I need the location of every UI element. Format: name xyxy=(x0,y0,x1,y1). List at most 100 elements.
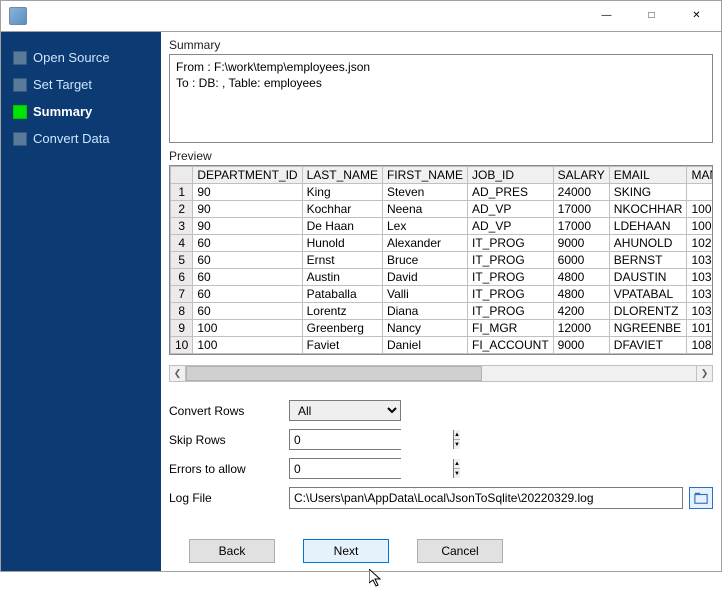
table-cell[interactable]: 17000 xyxy=(553,218,609,235)
table-cell[interactable]: 60 xyxy=(193,303,302,320)
table-cell[interactable]: NGREENBE xyxy=(609,320,687,337)
table-cell[interactable]: IT_PROG xyxy=(467,286,553,303)
table-cell[interactable]: SKING xyxy=(609,184,687,201)
table-cell[interactable]: 4800 xyxy=(553,286,609,303)
table-cell[interactable]: 9000 xyxy=(553,337,609,354)
browse-button[interactable] xyxy=(689,487,713,509)
table-cell[interactable]: 6000 xyxy=(553,252,609,269)
table-cell[interactable]: Nancy xyxy=(382,320,467,337)
cancel-button[interactable]: Cancel xyxy=(417,539,503,563)
table-cell[interactable]: 103 xyxy=(687,303,713,320)
table-cell[interactable]: 9000 xyxy=(553,235,609,252)
table-cell[interactable]: 90 xyxy=(193,201,302,218)
table-cell[interactable]: Diana xyxy=(382,303,467,320)
table-row[interactable]: 390De HaanLexAD_VP17000LDEHAAN100 xyxy=(171,218,714,235)
col-header[interactable]: LAST_NAME xyxy=(302,167,382,184)
log-file-input[interactable] xyxy=(289,487,683,509)
table-cell[interactable]: IT_PROG xyxy=(467,269,553,286)
table-cell[interactable]: 100 xyxy=(193,337,302,354)
spinner-up-icon[interactable]: ▲ xyxy=(454,459,460,469)
errors-spinner[interactable]: ▲▼ xyxy=(289,458,401,479)
table-cell[interactable]: AHUNOLD xyxy=(609,235,687,252)
spinner-down-icon[interactable]: ▼ xyxy=(454,440,460,449)
table-row[interactable]: 660AustinDavidIT_PROG4800DAUSTIN103 xyxy=(171,269,714,286)
table-cell[interactable]: IT_PROG xyxy=(467,252,553,269)
table-cell[interactable]: David xyxy=(382,269,467,286)
table-row[interactable]: 10100FavietDanielFI_ACCOUNT9000DFAVIET10… xyxy=(171,337,714,354)
table-cell[interactable]: FI_ACCOUNT xyxy=(467,337,553,354)
rownum-header[interactable] xyxy=(171,167,193,184)
table-cell[interactable]: Neena xyxy=(382,201,467,218)
table-cell[interactable]: 60 xyxy=(193,252,302,269)
table-cell[interactable]: 108 xyxy=(687,337,713,354)
table-cell[interactable]: IT_PROG xyxy=(467,303,553,320)
table-cell[interactable]: NKOCHHAR xyxy=(609,201,687,218)
table-row[interactable]: 860LorentzDianaIT_PROG4200DLORENTZ103 xyxy=(171,303,714,320)
table-cell[interactable]: 100 xyxy=(687,201,713,218)
skip-rows-input[interactable] xyxy=(290,430,453,449)
col-header[interactable]: FIRST_NAME xyxy=(382,167,467,184)
table-cell[interactable]: AD_VP xyxy=(467,201,553,218)
table-cell[interactable]: De Haan xyxy=(302,218,382,235)
table-cell[interactable]: 103 xyxy=(687,269,713,286)
table-row[interactable]: 290KochharNeenaAD_VP17000NKOCHHAR100 xyxy=(171,201,714,218)
table-cell[interactable] xyxy=(687,184,713,201)
table-cell[interactable]: FI_MGR xyxy=(467,320,553,337)
table-cell[interactable]: Pataballa xyxy=(302,286,382,303)
table-cell[interactable]: LDEHAAN xyxy=(609,218,687,235)
spinner-up-icon[interactable]: ▲ xyxy=(454,430,460,440)
table-cell[interactable]: 101 xyxy=(687,320,713,337)
scroll-left-icon[interactable]: ❮ xyxy=(169,365,186,382)
col-header[interactable]: EMAIL xyxy=(609,167,687,184)
table-cell[interactable]: DAUSTIN xyxy=(609,269,687,286)
table-cell[interactable]: 4200 xyxy=(553,303,609,320)
horizontal-scrollbar[interactable]: ❮ ❯ xyxy=(169,365,713,382)
table-cell[interactable]: King xyxy=(302,184,382,201)
titlebar[interactable]: — □ ✕ xyxy=(1,1,721,31)
spinner-down-icon[interactable]: ▼ xyxy=(454,469,460,478)
table-cell[interactable]: Lorentz xyxy=(302,303,382,320)
close-button[interactable]: ✕ xyxy=(674,2,719,30)
table-cell[interactable]: 24000 xyxy=(553,184,609,201)
table-cell[interactable]: DLORENTZ xyxy=(609,303,687,320)
table-cell[interactable]: Alexander xyxy=(382,235,467,252)
back-button[interactable]: Back xyxy=(189,539,275,563)
table-cell[interactable]: Bruce xyxy=(382,252,467,269)
table-cell[interactable]: Greenberg xyxy=(302,320,382,337)
col-header[interactable]: SALARY xyxy=(553,167,609,184)
table-cell[interactable]: DFAVIET xyxy=(609,337,687,354)
table-cell[interactable]: 12000 xyxy=(553,320,609,337)
table-cell[interactable]: Steven xyxy=(382,184,467,201)
maximize-button[interactable]: □ xyxy=(629,2,674,30)
table-cell[interactable]: 100 xyxy=(687,218,713,235)
step-convert-data[interactable]: Convert Data xyxy=(1,125,161,152)
convert-rows-select[interactable]: All xyxy=(289,400,401,421)
table-cell[interactable]: 100 xyxy=(193,320,302,337)
table-cell[interactable]: Austin xyxy=(302,269,382,286)
col-header[interactable]: DEPARTMENT_ID xyxy=(193,167,302,184)
errors-input[interactable] xyxy=(290,459,453,478)
step-set-target[interactable]: Set Target xyxy=(1,71,161,98)
table-cell[interactable]: VPATABAL xyxy=(609,286,687,303)
table-cell[interactable]: 60 xyxy=(193,286,302,303)
col-header[interactable]: JOB_ID xyxy=(467,167,553,184)
table-cell[interactable]: Valli xyxy=(382,286,467,303)
step-summary[interactable]: Summary xyxy=(1,98,161,125)
table-cell[interactable]: BERNST xyxy=(609,252,687,269)
table-cell[interactable]: 103 xyxy=(687,286,713,303)
table-cell[interactable]: 17000 xyxy=(553,201,609,218)
table-cell[interactable]: 4800 xyxy=(553,269,609,286)
table-cell[interactable]: 60 xyxy=(193,269,302,286)
minimize-button[interactable]: — xyxy=(584,2,629,30)
table-row[interactable]: 190KingStevenAD_PRES24000SKING xyxy=(171,184,714,201)
step-open-source[interactable]: Open Source xyxy=(1,44,161,71)
table-cell[interactable]: Faviet xyxy=(302,337,382,354)
table-cell[interactable]: AD_VP xyxy=(467,218,553,235)
scroll-track[interactable] xyxy=(186,365,696,382)
table-cell[interactable]: Ernst xyxy=(302,252,382,269)
table-row[interactable]: 760PataballaValliIT_PROG4800VPATABAL103 xyxy=(171,286,714,303)
skip-rows-spinner[interactable]: ▲▼ xyxy=(289,429,401,450)
next-button[interactable]: Next xyxy=(303,539,389,563)
table-row[interactable]: 460HunoldAlexanderIT_PROG9000AHUNOLD102 xyxy=(171,235,714,252)
scroll-right-icon[interactable]: ❯ xyxy=(696,365,713,382)
